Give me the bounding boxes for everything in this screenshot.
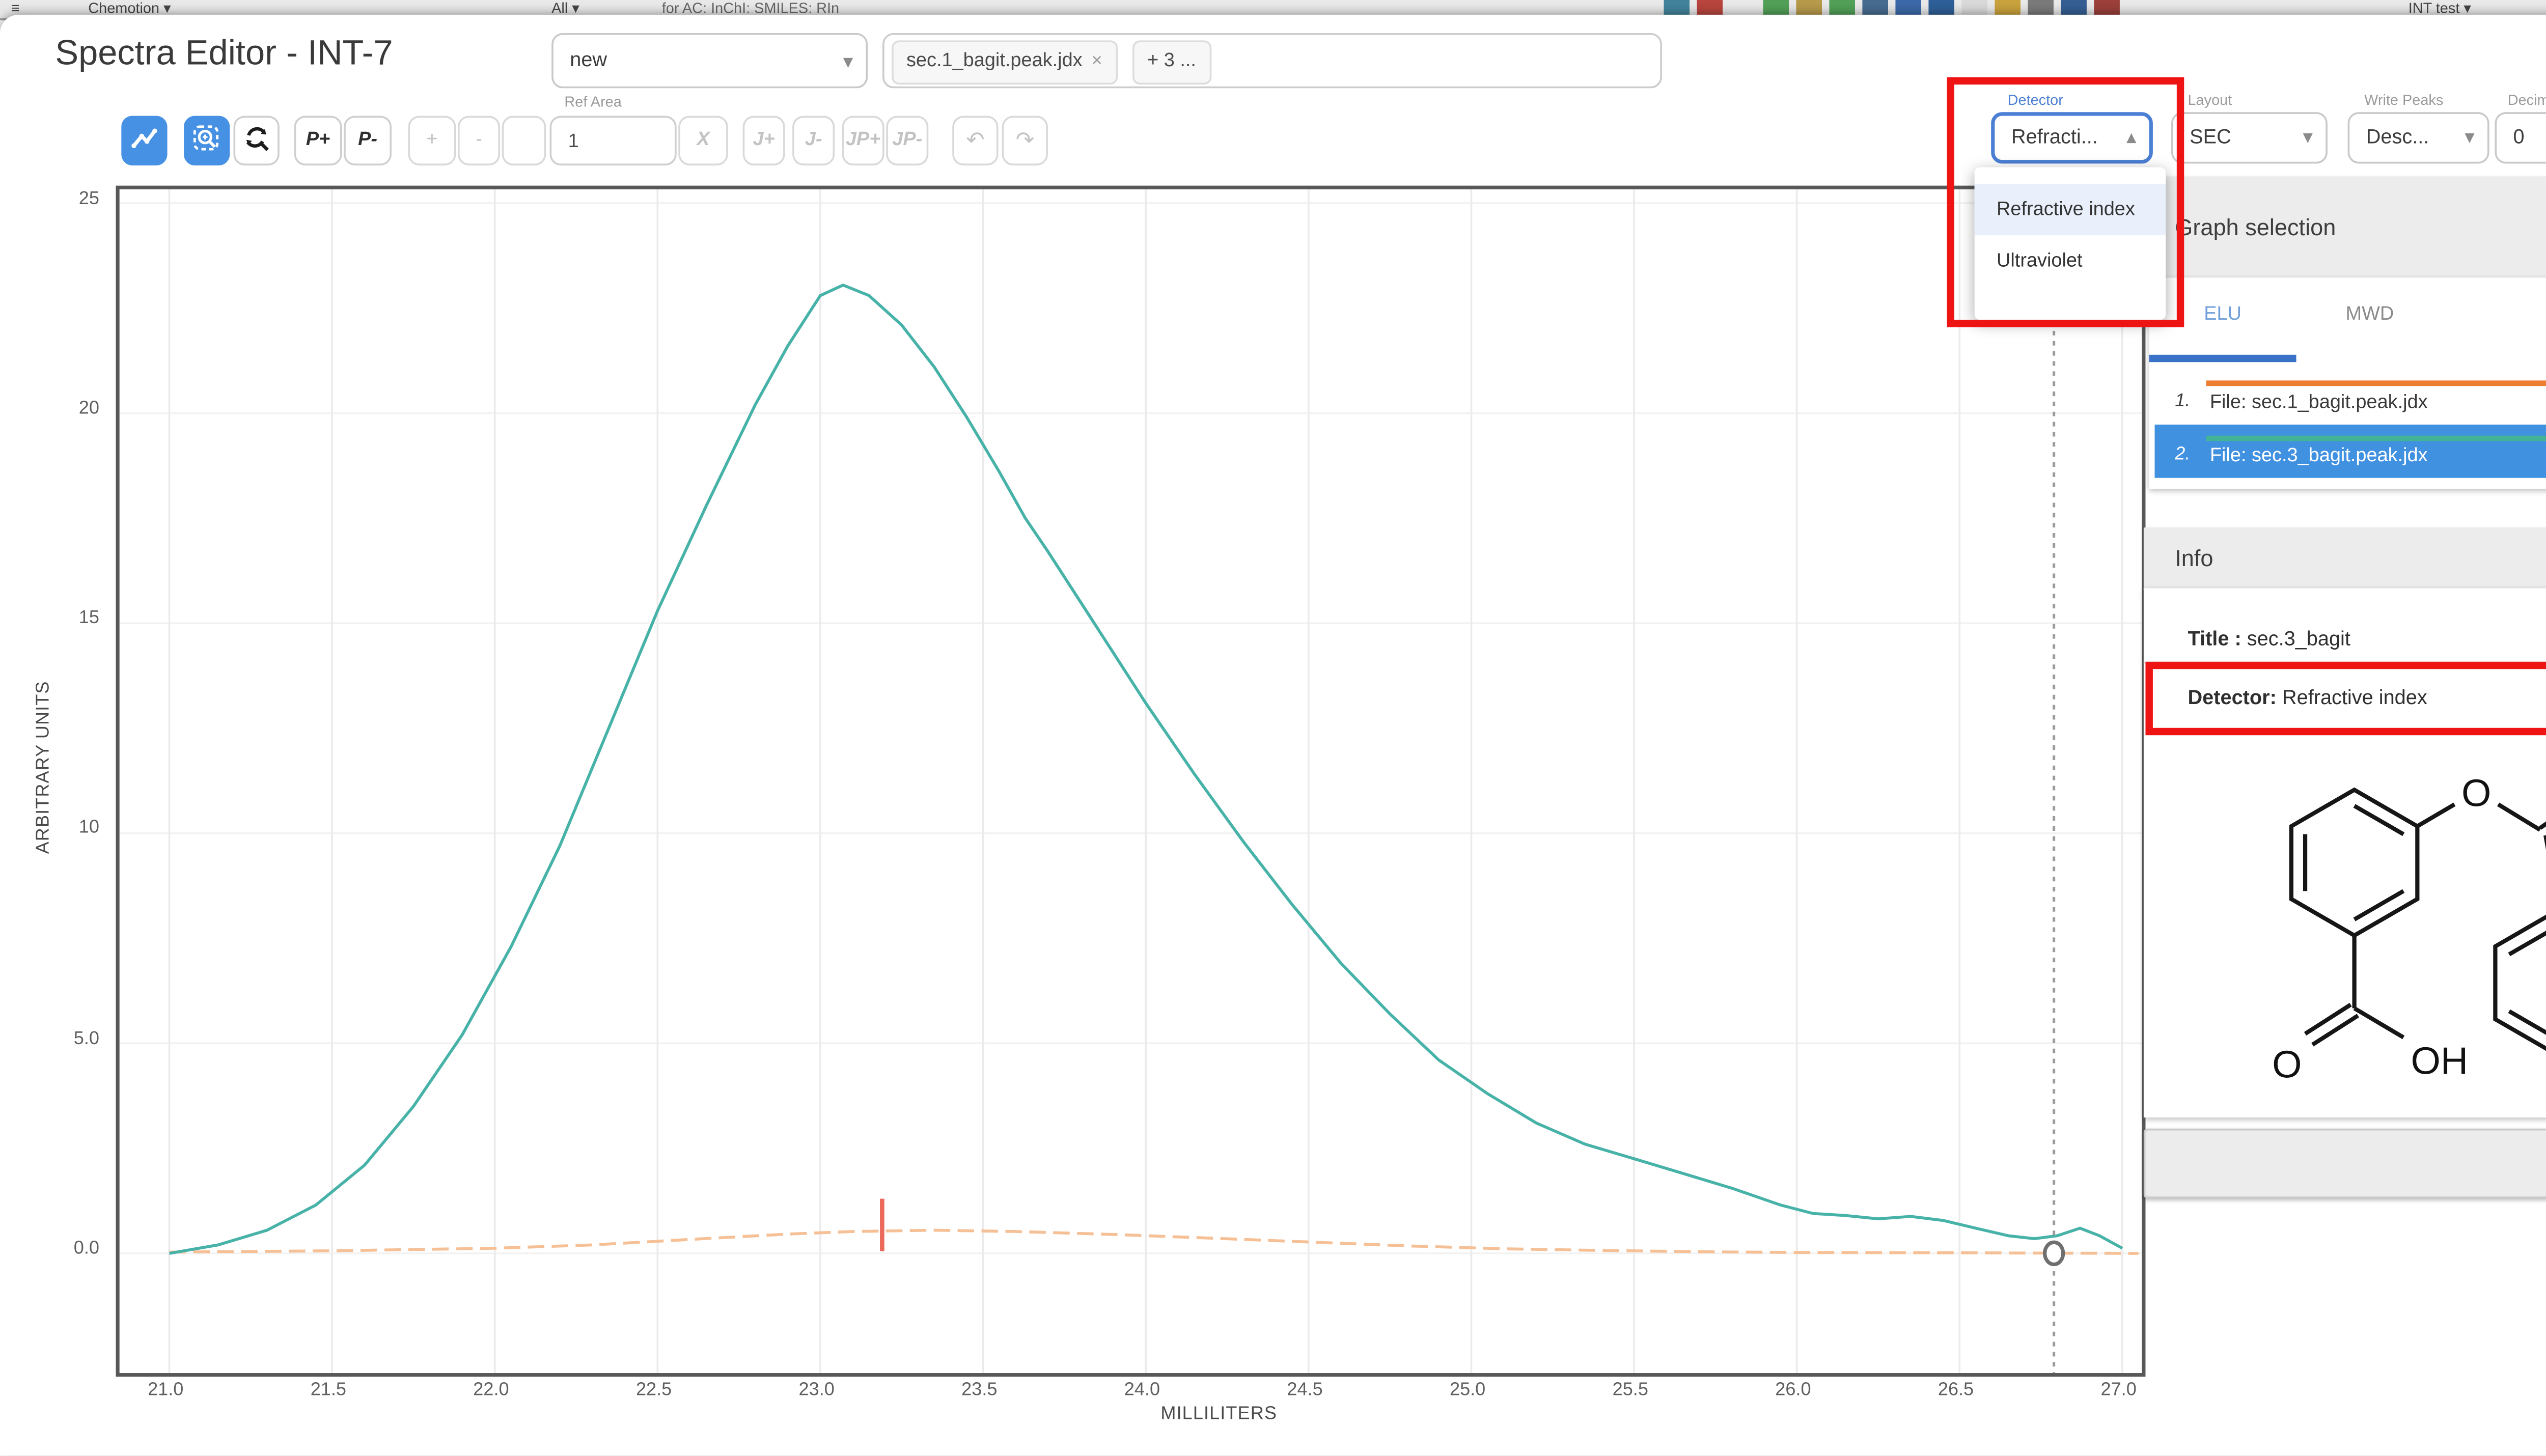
chromatogram-plot[interactable] [116,186,2145,1377]
tab-mwd[interactable]: MWD [2296,303,2444,325]
chevron-down-icon: ▼ [843,55,853,70]
redo-button[interactable]: ↷ [1002,116,1048,165]
ref-area-input[interactable] [550,116,677,165]
chip-close-icon[interactable]: × [1092,51,1102,72]
y-tick-label: 0.0 [74,1239,99,1259]
file-row-label: File: sec.1_bagit.peak.jdx [2210,391,2428,413]
active-tab-underline [2149,355,2296,361]
x-axis-ticks: 21.0 21.5 22.0 22.5 23.0 23.5 24.0 24.5 25.0 25.5… [116,1377,2145,1403]
peak-add-button[interactable]: P+ [294,116,342,165]
file-row-1[interactable]: 1. File: sec.1_bagit.peak.jdx [2149,373,2546,425]
plot-canvas [120,189,2142,1373]
decimal-label: Decimal [2508,92,2546,108]
x-tick-label: 22.5 [628,1380,680,1401]
x-tick-label: 24.0 [1116,1380,1168,1401]
write-peaks-select[interactable]: Desc... ▼ [2348,112,2489,163]
decimal-select[interactable]: 0 ▼ [2495,112,2546,163]
info-row-value: sec.3_bagit [2247,629,2350,651]
line-chart-mode-button[interactable] [121,116,167,165]
x-tick-label: 23.5 [954,1380,1005,1401]
molecule-structure: O O O OH [2221,732,2546,1114]
clear-button[interactable]: X [678,116,728,165]
layout-select[interactable]: SEC ▼ [2171,112,2328,163]
jp-plus-button[interactable]: JP+ [842,116,884,165]
zoom-select-button[interactable] [184,116,230,165]
y-tick-label: 10 [79,819,99,839]
spectra-editor-modal: Spectra Editor - INT-7 new ▼ sec.1_bagit… [0,15,2546,1456]
x-tick-label: 25.5 [1604,1380,1656,1401]
file-chips-box[interactable]: sec.1_bagit.peak.jdx × + 3 ... [882,33,1662,88]
x-tick-label: 24.5 [1279,1380,1331,1401]
minus-button[interactable]: - [458,116,500,165]
y-tick-label: 5.0 [74,1028,99,1049]
plus-button[interactable]: + [408,116,456,165]
info-header[interactable]: Info [2144,527,2546,590]
x-tick-label: 25.0 [1442,1380,1493,1401]
page-title: Spectra Editor - INT-7 [55,35,393,75]
scope-select[interactable]: All ▾ [551,0,579,16]
y-tick-label: 15 [79,608,99,629]
annotation-box-detector-dropdown [1947,77,2184,327]
file-chip[interactable]: sec.1_bagit.peak.jdx × [892,40,1117,85]
file-row-index: 1. [2175,391,2190,412]
line-chart-icon [129,123,160,154]
y-axis-title: ARBITRARY UNITS [34,583,54,951]
y-tick-label: 25 [79,188,99,209]
cursor-handle[interactable] [2045,1242,2063,1264]
series-swatch-orange [2206,380,2546,385]
atom-label-o: O [2272,1043,2302,1085]
j-plus-button[interactable]: J+ [743,116,785,165]
atom-label-oh: OH [2411,1039,2468,1082]
series-sec.1_bagit.peak.jdx [170,1230,2139,1253]
y-tick-label: 20 [79,399,99,419]
chevron-down-icon: ▼ [2465,130,2474,145]
x-tick-label: 23.0 [791,1380,842,1401]
dataset-select-value: new [554,35,866,87]
search-hint: for AC: InChI: SMILES: RIn [662,0,839,16]
ref-area-label: Ref Area [564,94,621,110]
file-row-label: File: sec.3_bagit.peak.jdx [2210,445,2428,467]
hamburger-icon[interactable]: ≡ [11,0,20,16]
dataset-select[interactable]: new ▼ [551,33,868,88]
file-row-2-selected[interactable]: 2. File: sec.3_bagit.peak.jdx [2155,425,2546,478]
file-row-index: 2. [2175,445,2190,465]
x-axis-title: MILLILITERS [1035,1404,1403,1424]
x-tick-label: 21.0 [140,1380,191,1401]
graph-selection-title: Graph selection [2175,214,2336,240]
j-minus-button[interactable]: J- [792,116,835,165]
atom-label-o: O [2461,772,2491,815]
sidebar-footer-bar [2144,1129,2546,1198]
spare-button[interactable] [502,116,546,165]
jp-minus-button[interactable]: JP- [886,116,928,165]
x-tick-label: 22.0 [465,1380,517,1401]
info-row-title: Title : sec.3_bagit [2188,629,2350,651]
layout-label: Layout [2188,92,2232,108]
graph-selection-card: ELU MWD 1. File: sec.1_bagit.peak.jdx 2.… [2149,277,2546,489]
peak-remove-button[interactable]: P- [344,116,392,165]
zoom-region-icon [191,123,222,154]
undo-button[interactable]: ↶ [952,116,998,165]
x-tick-label: 27.0 [2093,1380,2144,1401]
info-row-label: Title : [2188,629,2241,651]
reset-zoom-button[interactable] [234,116,280,165]
chevron-down-icon: ▼ [2303,130,2313,145]
info-title: Info [2175,545,2213,571]
user-menu[interactable]: INT test ▾ [2409,0,2471,16]
file-chip-label: sec.1_bagit.peak.jdx [906,49,1083,71]
series-swatch-teal [2206,436,2546,440]
brand-menu[interactable]: Chemotion ▾ [88,0,171,16]
reset-zoom-icon [241,123,272,154]
more-files-chip[interactable]: + 3 ... [1132,40,1211,85]
x-tick-label: 26.5 [1930,1380,1981,1401]
x-tick-label: 26.0 [1767,1380,1819,1401]
x-tick-label: 21.5 [302,1380,354,1401]
annotation-box-detector-info [2145,662,2546,735]
write-peaks-label: Write Peaks [2364,92,2443,108]
y-axis-ticks: 0.0 5.0 10 15 20 25 [0,186,110,1381]
screen: ≡ Chemotion ▾ All ▾ for AC: InChI: SMILE… [0,0,2546,1456]
decimal-select-value: 0 [2497,114,2546,162]
graph-selection-header[interactable]: Graph selection [2144,177,2546,279]
more-files-label: + 3 ... [1147,49,1196,71]
